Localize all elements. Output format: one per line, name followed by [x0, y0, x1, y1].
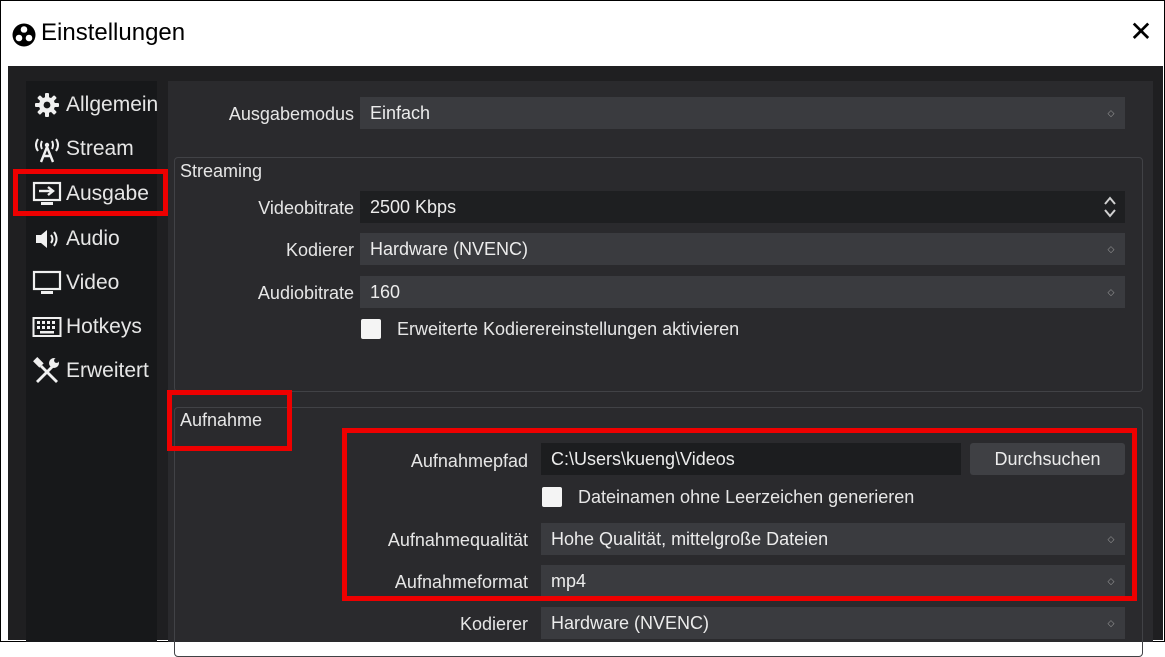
- output-mode-value: Einfach: [370, 103, 431, 123]
- combo-arrows-icon: ◇: [1107, 244, 1115, 254]
- recording-format-label: Aufnahmeformat: [394, 572, 528, 592]
- stream-encoder-select[interactable]: Hardware (NVENC) ◇: [360, 233, 1125, 265]
- stream-encoder-value: Hardware (NVENC): [370, 239, 529, 259]
- window-title: Einstellungen: [41, 19, 186, 46]
- close-button[interactable]: ✕: [1126, 17, 1156, 47]
- recording-group-title: Aufnahme: [180, 410, 263, 430]
- recording-format-value: mp4: [551, 571, 587, 591]
- settings-sidebar: Allgemein Stream Ausgabe Audio Video Hot…: [26, 81, 157, 642]
- speaker-icon: [32, 224, 62, 254]
- sidebar-item-stream[interactable]: Stream: [26, 129, 157, 169]
- sidebar-item-label: Erweitert: [66, 359, 149, 382]
- title-bar: Einstellungen ✕: [1, 1, 1164, 67]
- sidebar-item-hotkeys[interactable]: Hotkeys: [26, 307, 157, 347]
- sidebar-item-label: Stream: [66, 137, 134, 160]
- recording-quality-select[interactable]: Hohe Qualität, mittelgroße Dateien ◇: [541, 523, 1125, 555]
- sidebar-item-audio[interactable]: Audio: [26, 219, 157, 259]
- sidebar-item-label: Hotkeys: [66, 315, 142, 338]
- spin-arrows-icon[interactable]: [1103, 193, 1117, 221]
- recording-encoder-label: Kodierer: [459, 614, 528, 634]
- combo-arrows-icon: ◇: [1107, 108, 1115, 118]
- advanced-encoder-label: Erweiterte Kodierereinstellungen aktivie…: [397, 319, 740, 339]
- stream-encoder-label: Kodierer: [285, 240, 354, 260]
- recording-quality-value: Hohe Qualität, mittelgroße Dateien: [551, 529, 829, 549]
- sidebar-item-label: Audio: [66, 227, 120, 250]
- output-settings-panel: Ausgabemodus Einfach ◇ Streaming Videobi…: [168, 81, 1153, 657]
- combo-arrows-icon: ◇: [1107, 576, 1115, 586]
- sidebar-item-advanced[interactable]: Erweitert: [26, 351, 157, 391]
- sidebar-item-output[interactable]: Ausgabe: [26, 174, 157, 214]
- antenna-icon: [32, 134, 62, 164]
- sidebar-item-label: Ausgabe: [66, 182, 149, 205]
- recording-path-value: C:\Users\kueng\Videos: [551, 449, 735, 469]
- no-spaces-checkbox[interactable]: [542, 487, 562, 507]
- video-bitrate-value: 2500 Kbps: [370, 197, 457, 217]
- keyboard-icon: [32, 312, 62, 342]
- video-bitrate-label: Videobitrate: [258, 198, 354, 218]
- audio-bitrate-label: Audiobitrate: [257, 283, 354, 303]
- recording-quality-label: Aufnahmequalität: [387, 530, 528, 550]
- recording-path-input[interactable]: C:\Users\kueng\Videos: [541, 443, 961, 475]
- output-mode-select[interactable]: Einfach ◇: [360, 97, 1125, 129]
- audio-bitrate-select[interactable]: 160 ◇: [360, 276, 1125, 308]
- sidebar-item-label: Video: [66, 271, 120, 294]
- advanced-encoder-checkbox[interactable]: [361, 319, 381, 339]
- combo-arrows-icon: ◇: [1107, 534, 1115, 544]
- obs-logo-icon: [12, 23, 36, 47]
- recording-format-select[interactable]: mp4 ◇: [541, 565, 1125, 597]
- no-spaces-label: Dateinamen ohne Leerzeichen generieren: [578, 487, 915, 507]
- output-icon: [32, 179, 62, 209]
- audio-bitrate-value: 160: [370, 282, 401, 302]
- video-bitrate-spinbox[interactable]: 2500 Kbps: [360, 191, 1125, 223]
- combo-arrows-icon: ◇: [1107, 287, 1115, 297]
- streaming-group-title: Streaming: [180, 161, 263, 181]
- sidebar-item-video[interactable]: Video: [26, 263, 157, 303]
- tools-icon: [32, 356, 62, 386]
- sidebar-item-label: Allgemein: [66, 93, 157, 116]
- browse-button[interactable]: Durchsuchen: [970, 443, 1125, 475]
- recording-path-label: Aufnahmepfad: [410, 451, 528, 471]
- gear-icon: [32, 90, 62, 120]
- combo-arrows-icon: ◇: [1107, 618, 1115, 628]
- monitor-icon: [32, 268, 62, 298]
- output-mode-label: Ausgabemodus: [228, 104, 354, 124]
- recording-encoder-select[interactable]: Hardware (NVENC) ◇: [541, 607, 1125, 639]
- sidebar-item-general[interactable]: Allgemein: [26, 85, 157, 125]
- recording-encoder-value: Hardware (NVENC): [551, 613, 710, 633]
